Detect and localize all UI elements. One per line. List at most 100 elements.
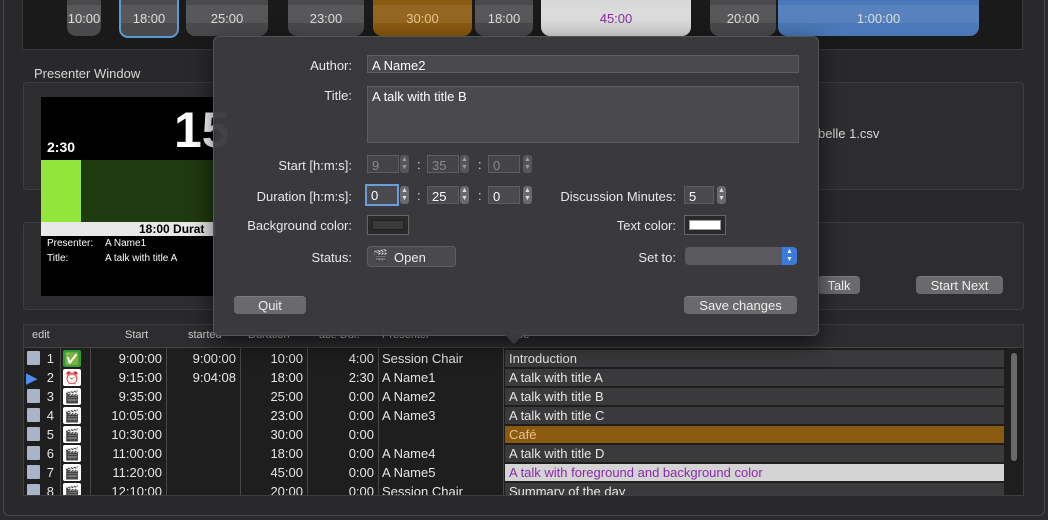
edit-icon[interactable] [27, 484, 40, 495]
clapper-icon: 🎬 [373, 249, 388, 263]
clapper-icon: 🎬 [63, 407, 81, 424]
title-cell: Introduction [505, 350, 1004, 367]
check-icon: ✅ [63, 350, 81, 367]
timeline-slot[interactable]: 45:00 [541, 0, 691, 36]
start-cell: 10:05:00 [111, 408, 162, 423]
start-minutes-field[interactable]: 35 [427, 155, 459, 173]
set-to-popup[interactable]: ▲ ▼ [685, 247, 797, 265]
save-changes-button[interactable]: Save changes [684, 296, 797, 314]
discussion-field[interactable]: 5 [684, 186, 714, 204]
duration-hours-stepper[interactable]: ▲ ▼ [400, 186, 409, 204]
presenter-cell: Session Chair [382, 351, 463, 366]
table-row[interactable]: 7 🎬 11:20:00 45:00 0:00 A Name5 A talk with fo… [24, 463, 1006, 482]
bg-color-well[interactable] [367, 215, 409, 235]
slot-label: 1:00:00 [856, 10, 901, 26]
slot-label: 23:00 [309, 10, 343, 26]
table-row[interactable]: 3 🎬 9:35:00 25:00 0:00 A Name2 A talk with tit… [24, 387, 1006, 406]
duration-minutes-field[interactable]: 25 [427, 186, 459, 204]
discussion-label: Discussion Minutes: [560, 189, 676, 204]
timeline-slot[interactable]: 18:00 [475, 0, 533, 36]
title-cell: A talk with title B [505, 388, 1004, 405]
alarm-icon: ⏰ [63, 369, 81, 386]
duration-seconds-stepper[interactable]: ▲ ▼ [523, 186, 532, 204]
col-start[interactable]: Start [125, 329, 148, 341]
presenter-label: Presenter: [47, 238, 94, 249]
clapper-icon: 🎬 [63, 426, 81, 443]
timeline-slot[interactable]: 1:00:00 [778, 0, 979, 36]
act-dur-cell: 4:00 [348, 351, 374, 366]
current-play-icon: ▶ [26, 370, 38, 387]
start-next-button[interactable]: Start Next [916, 276, 1003, 294]
row-number: 1 [46, 351, 54, 366]
clapper-icon: 🎬 [63, 445, 81, 462]
start-cell: 12:10:00 [111, 484, 162, 496]
act-dur-cell: 0:00 [348, 465, 374, 480]
clapper-icon: 🎬 [63, 464, 81, 481]
edit-icon[interactable] [27, 465, 40, 479]
title-cell: A talk with foreground and background co… [505, 464, 1004, 481]
presenter-cell: A Name1 [382, 370, 436, 385]
table-scrollbar[interactable] [1011, 353, 1017, 461]
table-row[interactable]: ▶ 2 ⏰ 9:15:00 9:04:08 18:00 2:30 A Name1 A talk … [24, 368, 1006, 387]
row-number: 2 [46, 370, 54, 385]
start-hours-stepper[interactable]: ▲ ▼ [400, 155, 409, 173]
talk-button[interactable]: Talk [818, 276, 860, 294]
colon-sep: : [417, 157, 421, 172]
timeline-slot[interactable]: 20:00 [710, 0, 776, 36]
progress-elapsed [41, 160, 81, 222]
start-seconds-field[interactable]: 0 [488, 155, 520, 173]
presenter-cell: A Name2 [382, 389, 436, 404]
table-row[interactable]: 5 🎬 10:30:00 30:00 0:00 Café [24, 425, 1006, 444]
act-dur-cell: 0:00 [348, 446, 374, 461]
timeline-slot[interactable]: 10:00 [67, 0, 101, 36]
title-label: Title: [324, 88, 352, 103]
duration-cell: 18:00 [270, 446, 303, 461]
start-cell: 11:00:00 [112, 446, 162, 461]
timeline-slot[interactable]: 23:00 [288, 0, 364, 36]
start-label: Start [h:m:s]: [278, 158, 352, 173]
table-row[interactable]: 4 🎬 10:05:00 23:00 0:00 A Name3 A talk with ti… [24, 406, 1006, 425]
text-color-label: Text color: [616, 218, 676, 233]
text-color-well[interactable] [684, 215, 726, 235]
timeline-slot-selected[interactable]: 18:00 [119, 0, 179, 38]
timeline-slot[interactable]: 25:00 [186, 0, 268, 36]
title-cell: Summary of the day [505, 483, 1004, 496]
start-hours-field[interactable]: 9 [367, 155, 399, 173]
col-edit[interactable]: edit [32, 329, 50, 341]
presenter-window-label: Presenter Window [34, 66, 141, 81]
edit-icon[interactable] [27, 389, 40, 403]
start-minutes-stepper[interactable]: ▲ ▼ [460, 155, 469, 173]
title-label: Title: [47, 253, 69, 264]
quit-button[interactable]: Quit [234, 296, 306, 314]
status-field[interactable]: 🎬 Open [367, 246, 456, 267]
duration-label: Duration [h:m:s]: [256, 189, 352, 204]
discussion-stepper[interactable]: ▲ ▼ [717, 186, 726, 204]
edit-icon[interactable] [27, 446, 40, 460]
table-row[interactable]: 8 🎬 12:10:00 20:00 0:00 Session Chair Summary … [24, 482, 1006, 496]
duration-minutes-stepper[interactable]: ▲ ▼ [460, 186, 469, 204]
timeline-slot[interactable]: 30:00 [373, 0, 472, 36]
title-field[interactable]: A talk with title B [367, 86, 799, 143]
title-text: Summary of the day [509, 484, 626, 496]
row-number: 4 [46, 408, 54, 423]
act-dur-cell: 0:00 [348, 389, 374, 404]
author-field[interactable]: A Name2 [367, 55, 799, 73]
duration-hours-field[interactable]: 0 [365, 184, 399, 206]
title-text: Introduction [509, 351, 577, 366]
colon-sep: : [417, 188, 421, 203]
start-seconds-stepper[interactable]: ▲ ▼ [523, 155, 532, 173]
text-color-swatch [689, 220, 721, 230]
edit-icon[interactable] [27, 408, 40, 422]
duration-cell: 45:00 [270, 465, 303, 480]
row-number: 8 [46, 484, 54, 496]
start-cell: 9:00:00 [118, 351, 162, 366]
duration-cell: 23:00 [270, 408, 303, 423]
duration-cell: 18:00 [270, 370, 303, 385]
row-number: 7 [46, 465, 54, 480]
edit-icon[interactable] [27, 351, 40, 365]
table-row[interactable]: 1 ✅ 9:00:00 9:00:00 10:00 4:00 Session Chair In… [24, 349, 1006, 368]
status-value: Open [394, 250, 426, 265]
edit-icon[interactable] [27, 427, 40, 441]
table-row[interactable]: 6 🎬 11:00:00 18:00 0:00 A Name4 A talk with ti… [24, 444, 1006, 463]
duration-seconds-field[interactable]: 0 [488, 186, 520, 204]
